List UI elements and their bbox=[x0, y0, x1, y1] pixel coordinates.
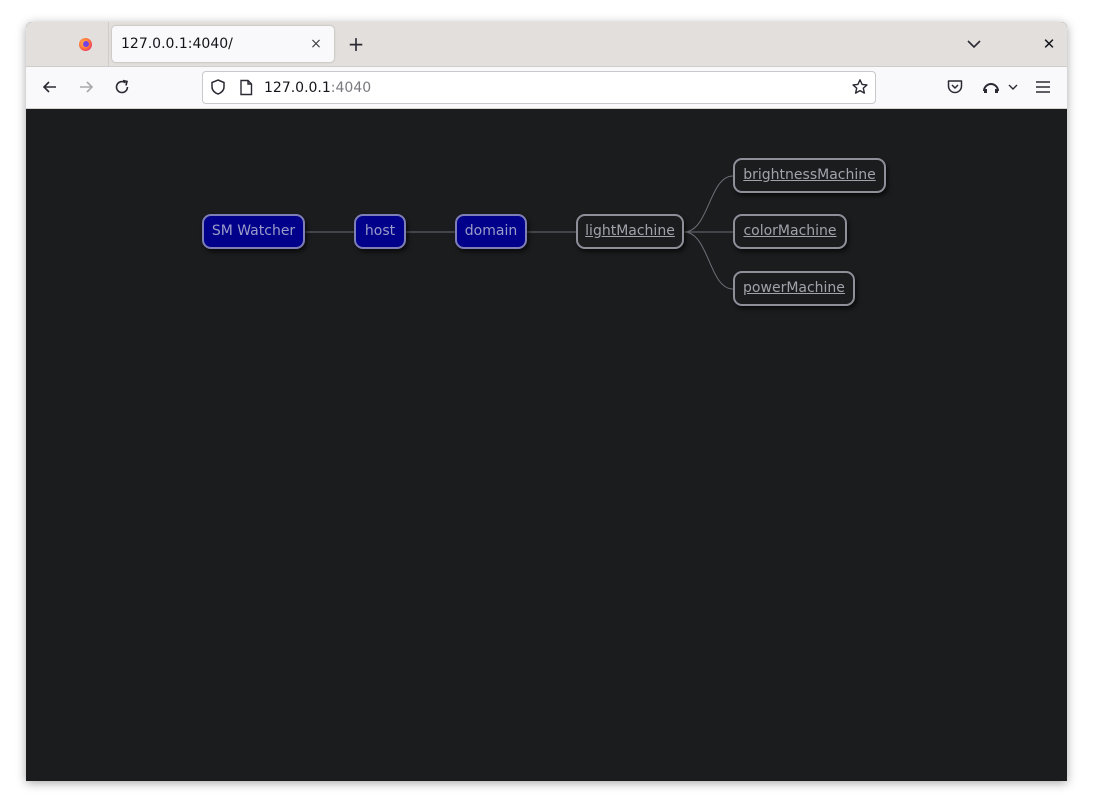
firefox-logo-icon bbox=[79, 38, 92, 51]
pocket-icon bbox=[947, 80, 963, 94]
pocket-button[interactable] bbox=[945, 77, 965, 97]
firefox-view-button[interactable] bbox=[26, 22, 109, 66]
url-host: 127.0.0.1 bbox=[264, 80, 331, 96]
tab-title: 127.0.0.1:4040/ bbox=[121, 36, 233, 52]
arrow-right-icon bbox=[80, 81, 94, 93]
tree-node-light-machine[interactable]: lightMachine bbox=[576, 214, 684, 249]
arrow-left-icon bbox=[42, 81, 56, 93]
tab-bar: 127.0.0.1:4040/ × + ✕ bbox=[26, 22, 1067, 67]
tree-edges bbox=[305, 175, 734, 290]
chevron-down-icon bbox=[1008, 84, 1018, 90]
browser-window: 127.0.0.1:4040/ × + ✕ 127.0.0.1:4040 SM … bbox=[26, 22, 1067, 781]
list-all-tabs-button[interactable] bbox=[964, 34, 984, 54]
tree-node-domain[interactable]: domain bbox=[455, 214, 527, 249]
edge-light-power bbox=[683, 231, 734, 290]
tree-node-brightness-machine[interactable]: brightnessMachine bbox=[733, 158, 886, 193]
extension-dropdown-button[interactable] bbox=[1006, 77, 1020, 97]
edge-light-brightness bbox=[683, 175, 734, 233]
tab-close-icon[interactable]: × bbox=[306, 34, 326, 54]
url-text: 127.0.0.1:4040 bbox=[264, 80, 371, 96]
back-button[interactable] bbox=[40, 77, 60, 97]
forward-button[interactable] bbox=[76, 77, 96, 97]
url-bar[interactable]: 127.0.0.1:4040 bbox=[202, 71, 876, 104]
tree-node-color-machine[interactable]: colorMachine bbox=[733, 214, 847, 249]
url-port: :4040 bbox=[330, 80, 372, 96]
reload-button[interactable] bbox=[112, 77, 132, 97]
gauge-icon bbox=[983, 83, 999, 93]
tree-node-sm-watcher[interactable]: SM Watcher bbox=[202, 214, 305, 249]
tree-node-host[interactable]: host bbox=[354, 214, 406, 249]
shield-icon[interactable] bbox=[209, 78, 227, 96]
tree-node-power-machine[interactable]: powerMachine bbox=[733, 271, 855, 306]
tab-active[interactable]: 127.0.0.1:4040/ × bbox=[112, 26, 334, 62]
window-close-button[interactable]: ✕ bbox=[1039, 34, 1059, 54]
star-icon[interactable] bbox=[851, 78, 869, 96]
page-content: SM Watcher host domain lightMachine brig… bbox=[26, 109, 1067, 781]
menu-button[interactable] bbox=[1033, 77, 1053, 97]
page-icon[interactable] bbox=[238, 79, 254, 96]
new-tab-button[interactable]: + bbox=[344, 32, 368, 56]
extension-button[interactable] bbox=[981, 77, 1001, 97]
chevron-down-icon bbox=[967, 40, 981, 49]
reload-icon bbox=[115, 79, 129, 94]
hamburger-menu-icon bbox=[1036, 81, 1050, 93]
navigation-toolbar: 127.0.0.1:4040 bbox=[26, 67, 1067, 109]
